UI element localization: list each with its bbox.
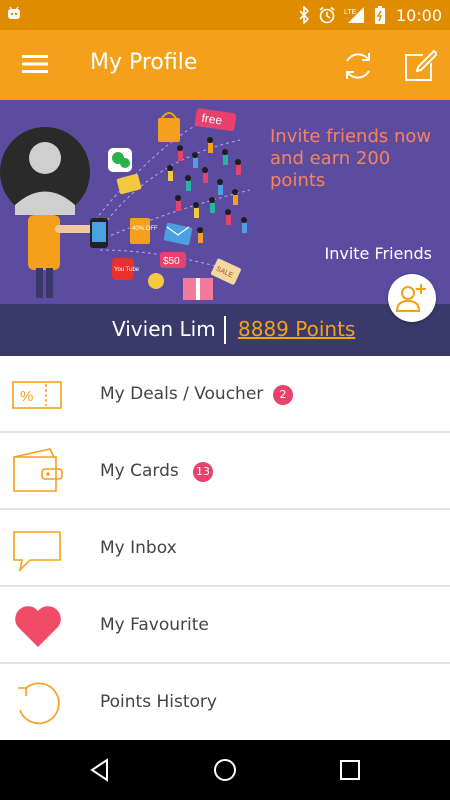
android-icon [8,6,20,19]
menu-item-favourite[interactable]: My Favourite [0,587,450,664]
menu-item-deals[interactable]: % My Deals / Voucher 2 [0,356,450,433]
invite-illustration: free 40% OFF You Tube $50 SALE [0,108,251,300]
invite-promo-text: Invite friends now and earn 200 points [270,126,432,191]
profile-summary-bar: Vivien Lim 8889 Points [0,304,450,356]
app-bar: My Profile [0,30,450,100]
points-link[interactable]: 8889 Points [238,317,355,341]
invite-friends-link[interactable]: Invite Friends [324,244,432,263]
menu-item-label: My Favourite [100,615,209,635]
profile-menu-list: % My Deals / Voucher 2 My Cards 13 My In… [0,356,450,741]
history-icon [18,682,60,725]
menu-item-label: My Cards [100,461,179,481]
recents-icon[interactable] [336,756,364,784]
menu-item-inbox[interactable]: My Inbox [0,510,450,587]
svg-text:40% OFF: 40% OFF [132,226,158,232]
voucher-icon: % [12,381,62,409]
alarm-icon [319,6,335,24]
menu-item-points-history[interactable]: Points History [0,664,450,741]
menu-item-cards[interactable]: My Cards 13 [0,433,450,510]
chat-bubble-icon [13,531,61,573]
bluetooth-icon [299,6,310,24]
heart-icon [15,606,61,647]
add-friend-button[interactable] [388,274,436,322]
menu-icon[interactable] [22,53,48,75]
divider [224,316,226,344]
system-navigation-bar [0,740,450,800]
menu-item-label: My Deals / Voucher [100,384,264,404]
page-title: My Profile [90,50,198,75]
menu-item-label: My Inbox [100,538,177,558]
cards-count-badge: 13 [193,462,213,482]
battery-icon [374,6,385,24]
home-icon[interactable] [211,756,239,784]
deals-count-badge: 2 [273,385,293,405]
signal-icon: LTE [344,7,364,23]
menu-item-label: Points History [100,692,217,712]
status-bar: LTE 10:00 [0,0,450,30]
back-icon[interactable] [87,756,115,784]
profile-name: Vivien Lim [112,317,216,341]
svg-text:LTE: LTE [344,9,357,16]
refresh-icon[interactable] [340,48,376,84]
clock: 10:00 [395,5,442,25]
wallet-icon [13,448,63,492]
svg-text:%: % [20,388,33,405]
svg-text:You Tube: You Tube [114,267,140,273]
svg-text:free: free [201,111,224,128]
edit-icon[interactable] [403,49,437,83]
svg-text:$50: $50 [163,256,180,267]
invite-banner: free 40% OFF You Tube $50 SALE Invite fr… [0,100,450,304]
add-person-icon [395,284,426,312]
